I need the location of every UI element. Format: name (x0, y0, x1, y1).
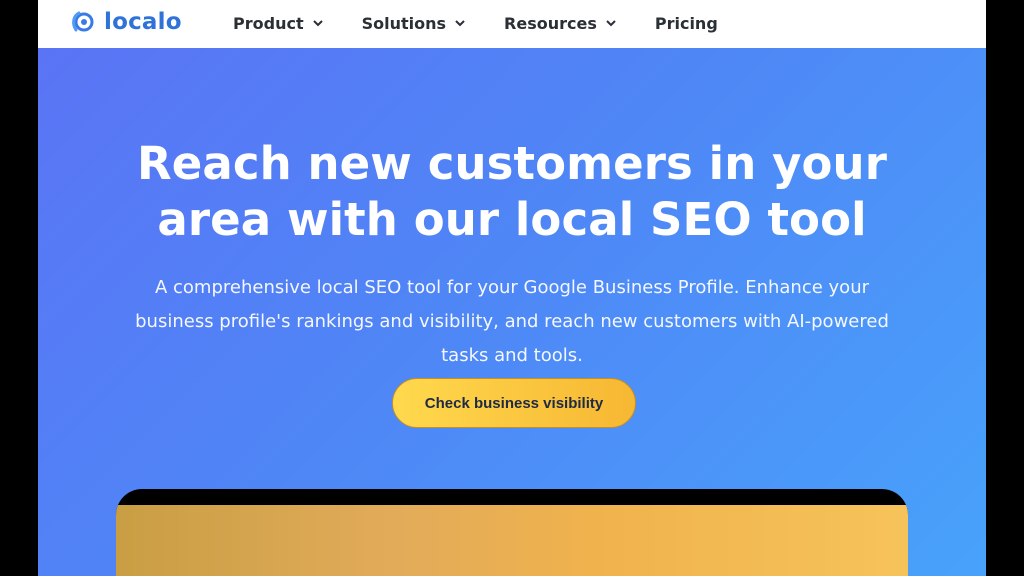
hero-section: Reach new customers in your area with ou… (38, 48, 986, 576)
hero-subtitle-line-3: tasks and tools. (441, 345, 583, 366)
chevron-down-icon (606, 20, 616, 27)
chevron-down-icon (455, 20, 465, 27)
logo-text: localo (104, 9, 182, 35)
nav-item-solutions[interactable]: Solutions (362, 12, 466, 34)
preview-image (116, 505, 908, 576)
hero-title-line-1: Reach new customers in your (137, 137, 887, 191)
nav-item-resources[interactable]: Resources (504, 12, 617, 34)
location-pin-icon (72, 11, 94, 32)
check-business-visibility-button[interactable]: Check business visibility (392, 378, 636, 428)
hero-subtitle-line-1: A comprehensive local SEO tool for your … (154, 277, 870, 298)
top-navigation: localo Product Solutions Resources Prici… (38, 0, 986, 48)
hero-title: Reach new customers in your area with ou… (110, 136, 914, 248)
product-preview (116, 489, 908, 576)
nav-item-solutions-label: Solutions (361, 13, 447, 33)
chevron-down-icon (312, 20, 323, 27)
nav-item-resources-label: Resources (504, 13, 597, 33)
localo-logo[interactable]: localo (70, 8, 182, 36)
hero-title-line-2: area with our local SEO tool (157, 193, 867, 247)
nav-item-pricing-label: Pricing (654, 13, 718, 33)
nav-item-product-label: Product (233, 13, 304, 33)
main-menu: Product Solutions Resources Pricing (233, 12, 756, 34)
nav-item-pricing[interactable]: Pricing (655, 12, 718, 34)
browser-viewport: localo Product Solutions Resources Prici… (38, 0, 986, 576)
hero-subtitle: A comprehensive local SEO tool for your … (128, 271, 896, 373)
hero-subtitle-line-2: business profile's rankings and visibili… (135, 311, 889, 332)
nav-item-product[interactable]: Product (233, 12, 324, 34)
